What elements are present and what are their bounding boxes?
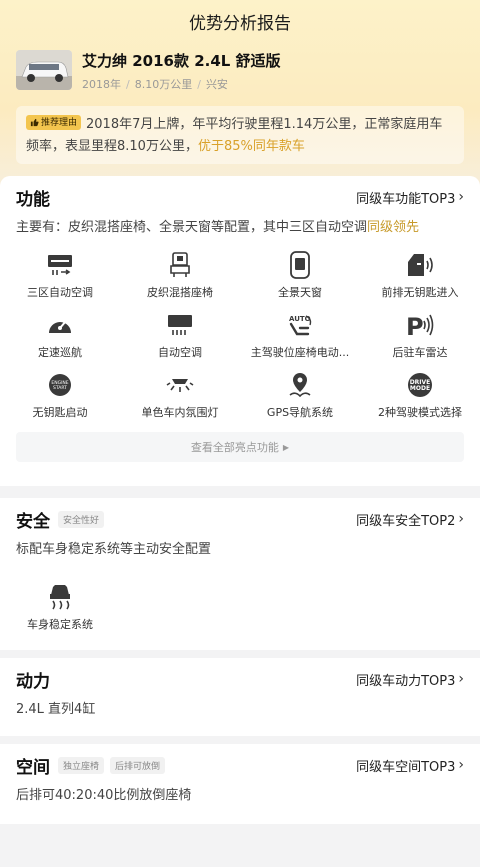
- parking-radar-icon: P: [405, 310, 435, 340]
- car-year: 2018年: [82, 78, 121, 91]
- ambient-light-icon: [165, 370, 195, 400]
- ac-icon: [45, 250, 75, 280]
- power-top-link[interactable]: 同级车动力TOP3 ›: [356, 670, 464, 689]
- chevron-right-icon: ›: [458, 757, 464, 773]
- feature-label: 前排无钥匙进入: [381, 286, 459, 299]
- seat-icon: [165, 250, 195, 280]
- space-card: 空间 独立座椅 后排可放倒 同级车空间TOP3 › 后排可40:20:40比例放倒…: [0, 744, 480, 824]
- reason-highlight: 优于85%同年款车: [197, 139, 305, 154]
- separator: /: [197, 78, 201, 91]
- feature-label: 无钥匙启动: [32, 406, 88, 419]
- feature-label: 车身稳定系统: [27, 618, 93, 631]
- feature-grid: 三区自动空调 皮织混搭座椅 全景天窗 前排无钥匙进入 定速巡航 自动空调 AUT…: [0, 250, 480, 430]
- auto-ac-icon: [165, 310, 195, 340]
- function-title: 功能: [16, 189, 50, 210]
- drive-mode-icon: DRIVE MODE: [405, 370, 435, 400]
- power-seat-icon: AUTO: [285, 310, 315, 340]
- safety-top-link[interactable]: 同级车安全TOP2 ›: [356, 510, 464, 529]
- space-title: 空间: [16, 757, 50, 778]
- function-desc-highlight: 同级领先: [367, 220, 420, 235]
- feature-label: 自动空调: [158, 346, 202, 359]
- feature-label: 主驾驶位座椅电动...: [250, 346, 350, 359]
- space-desc: 后排可40:20:40比例放倒座椅: [16, 788, 192, 803]
- svg-text:P: P: [406, 313, 424, 338]
- space-top-link-label: 同级车空间TOP3: [356, 759, 456, 775]
- chevron-right-icon: ›: [458, 189, 464, 205]
- svg-text:START: START: [53, 385, 67, 391]
- thumbs-up-icon: [30, 118, 39, 127]
- function-desc-text: 主要有：皮织混搭座椅、全景天窗等配置，其中三区自动空调: [16, 220, 368, 235]
- feature-label: 后驻车雷达: [392, 346, 448, 359]
- power-top-link-label: 同级车动力TOP3: [356, 673, 456, 689]
- space-tag: 后排可放倒: [110, 756, 166, 774]
- feature-label: GPS导航系统: [266, 406, 334, 419]
- power-card: 动力 同级车动力TOP3 › 2.4L 直列4缸: [0, 658, 480, 736]
- sunroof-icon: [285, 250, 315, 280]
- function-top-link-label: 同级车功能TOP3: [356, 191, 456, 207]
- car-meta: 2018年 / 8.10万公里 / 兴安: [82, 76, 281, 92]
- gps-icon: [285, 370, 315, 400]
- feature-label: 全景天窗: [278, 286, 322, 299]
- page-title: 优势分析报告: [189, 13, 291, 34]
- view-all-features-button[interactable]: 查看全部亮点功能 ▶: [16, 432, 464, 462]
- safety-title: 安全: [16, 511, 50, 532]
- safety-desc: 标配车身稳定系统等主动安全配置: [16, 542, 212, 557]
- separator: /: [126, 78, 130, 91]
- function-top-link[interactable]: 同级车功能TOP3 ›: [356, 188, 464, 207]
- car-summary: 艾力绅 2016款 2.4L 舒适版 2018年 / 8.10万公里 / 兴安: [16, 50, 464, 98]
- recommend-reason: 推荐理由 2018年7月上牌，年平均行驶里程1.14万公里，正常家庭用车频率，表…: [16, 106, 464, 164]
- feature-item[interactable]: P 后驻车雷达: [360, 310, 480, 370]
- safety-feature-grid: 车身稳定系统: [0, 582, 480, 642]
- feature-item[interactable]: 车身稳定系统: [0, 582, 120, 642]
- space-top-link[interactable]: 同级车空间TOP3 ›: [356, 756, 464, 775]
- cruise-icon: [45, 310, 75, 340]
- feature-label: 定速巡航: [38, 346, 82, 359]
- recommend-tag: 推荐理由: [26, 115, 82, 130]
- feature-label: 皮织混搭座椅: [147, 286, 213, 299]
- recommend-tag-label: 推荐理由: [41, 117, 78, 128]
- feature-label: 2种驾驶模式选择: [378, 406, 462, 419]
- keyless-entry-icon: [405, 250, 435, 280]
- car-thumbnail: [16, 50, 72, 90]
- space-tag: 独立座椅: [58, 756, 105, 774]
- feature-item[interactable]: 自动空调: [120, 310, 240, 370]
- safety-card: 安全 安全性好 同级车安全TOP2 › 标配车身稳定系统等主动安全配置 车身稳定系…: [0, 498, 480, 650]
- feature-item[interactable]: GPS导航系统: [240, 370, 360, 430]
- stability-icon: [45, 582, 75, 612]
- feature-label: 单色车内氛围灯: [141, 406, 219, 419]
- feature-item[interactable]: 皮织混搭座椅: [120, 250, 240, 310]
- feature-item[interactable]: 单色车内氛围灯: [120, 370, 240, 430]
- svg-text:MODE: MODE: [410, 385, 430, 392]
- safety-top-link-label: 同级车安全TOP2: [356, 513, 456, 529]
- feature-label: 三区自动空调: [27, 286, 93, 299]
- feature-item[interactable]: 定速巡航: [0, 310, 120, 370]
- car-city: 兴安: [205, 78, 228, 91]
- function-desc: 主要有：皮织混搭座椅、全景天窗等配置，其中三区自动空调同级领先: [0, 218, 480, 238]
- safety-tag: 安全性好: [58, 510, 105, 528]
- car-name: 艾力绅 2016款 2.4L 舒适版: [82, 52, 281, 70]
- feature-item[interactable]: 全景天窗: [240, 250, 360, 310]
- feature-item[interactable]: 前排无钥匙进入: [360, 250, 480, 310]
- power-title: 动力: [16, 671, 50, 692]
- feature-item[interactable]: AUTO 主驾驶位座椅电动...: [240, 310, 360, 370]
- chevron-right-icon: ›: [458, 511, 464, 527]
- triangle-right-icon: ▶: [282, 442, 290, 452]
- feature-item[interactable]: DRIVE MODE 2种驾驶模式选择: [360, 370, 480, 430]
- feature-item[interactable]: ENGINE START 无钥匙启动: [0, 370, 120, 430]
- feature-item[interactable]: 三区自动空调: [0, 250, 120, 310]
- chevron-right-icon: ›: [458, 671, 464, 687]
- power-desc: 2.4L 直列4缸: [16, 702, 96, 717]
- function-card: 功能 同级车功能TOP3 › 主要有：皮织混搭座椅、全景天窗等配置，其中三区自动空…: [0, 176, 480, 486]
- car-mileage: 8.10万公里: [134, 78, 193, 91]
- start-button-icon: ENGINE START: [45, 370, 75, 400]
- view-all-label: 查看全部亮点功能: [190, 441, 279, 454]
